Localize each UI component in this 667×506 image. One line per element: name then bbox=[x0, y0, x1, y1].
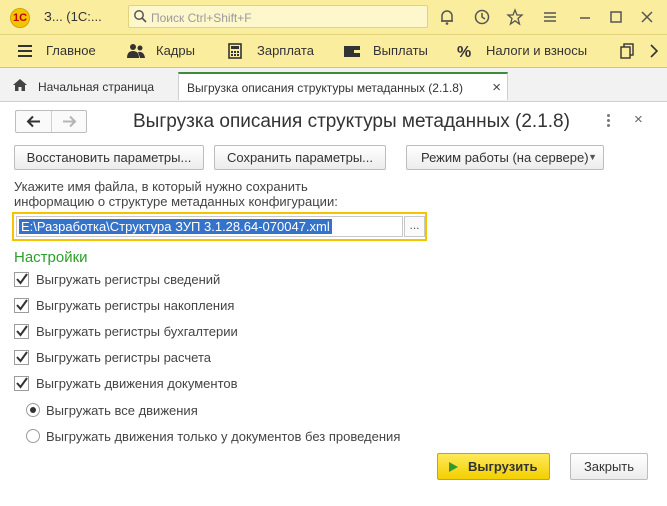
export-button-label: Выгрузить bbox=[468, 459, 538, 474]
global-search[interactable] bbox=[128, 5, 428, 28]
checkbox-label: Выгружать регистры расчета bbox=[36, 350, 211, 365]
chevron-down-icon: ▼ bbox=[588, 152, 597, 162]
checkmark-icon bbox=[16, 273, 28, 285]
form-area: Выгрузка описания структуры метаданных (… bbox=[0, 102, 667, 506]
checkbox[interactable] bbox=[14, 272, 29, 287]
section-menu: Главное Кадры Зарплата Выплаты % Налоги … bbox=[0, 35, 667, 68]
file-name-input[interactable]: E:\Разработка\Структура ЗУП 3.1.28.64-07… bbox=[16, 216, 403, 237]
tab-home[interactable]: Начальная страница bbox=[4, 72, 174, 100]
more-actions-icon[interactable] bbox=[605, 114, 613, 128]
checkbox-label: Выгружать регистры бухгалтерии bbox=[36, 324, 238, 339]
people-icon bbox=[127, 44, 145, 58]
window-title: З... (1С:... bbox=[44, 9, 102, 24]
menu-item-label: Налоги и взносы bbox=[486, 43, 588, 58]
maximize-icon[interactable] bbox=[607, 8, 625, 26]
checkmark-icon bbox=[16, 351, 28, 363]
svg-text:%: % bbox=[457, 44, 471, 59]
checkmark-icon bbox=[16, 325, 28, 337]
radio-label: Выгружать движения только у документов б… bbox=[46, 429, 401, 444]
close-button[interactable]: Закрыть bbox=[570, 453, 648, 480]
chevron-right-icon[interactable] bbox=[649, 44, 659, 58]
home-icon bbox=[13, 79, 27, 91]
checkmark-icon bbox=[16, 299, 28, 311]
menu-item-label: Выплаты bbox=[373, 43, 428, 58]
arrow-right-icon bbox=[62, 115, 76, 128]
arrow-left-icon bbox=[26, 115, 40, 128]
search-input[interactable] bbox=[149, 9, 423, 26]
minimize-icon[interactable] bbox=[576, 8, 594, 26]
tab-label: Начальная страница bbox=[38, 80, 155, 94]
file-hint-line: информацию о структуре метаданных конфиг… bbox=[14, 194, 338, 209]
radio-button[interactable] bbox=[26, 429, 40, 443]
menu-item-label: Кадры bbox=[156, 43, 195, 58]
work-mode-dropdown[interactable]: Режим работы (на сервере) ▼ bbox=[406, 145, 604, 170]
percent-icon: % bbox=[457, 44, 471, 59]
checkbox[interactable] bbox=[14, 350, 29, 365]
checkbox-label: Выгружать регистры накопления bbox=[36, 298, 235, 313]
checkmark-icon bbox=[16, 377, 28, 389]
radio-label: Выгружать все движения bbox=[46, 403, 198, 418]
tab-metadata-export[interactable]: Выгрузка описания структуры метаданных (… bbox=[178, 72, 508, 100]
checkbox[interactable] bbox=[14, 324, 29, 339]
checkbox[interactable] bbox=[14, 298, 29, 313]
bell-icon[interactable] bbox=[438, 8, 456, 26]
menu-icon[interactable] bbox=[541, 8, 559, 26]
checkbox-label: Выгружать движения документов bbox=[36, 376, 238, 391]
save-settings-button[interactable]: Сохранить параметры... bbox=[214, 145, 386, 170]
radio-button[interactable] bbox=[26, 403, 40, 417]
title-bar: 1С З... (1С:... bbox=[0, 0, 667, 35]
form-title: Выгрузка описания структуры метаданных (… bbox=[133, 111, 570, 132]
checkbox[interactable] bbox=[14, 376, 29, 391]
wallet-icon bbox=[344, 46, 360, 57]
menu-item-label: Зарплата bbox=[257, 43, 314, 58]
hamburger-icon bbox=[18, 45, 32, 57]
open-windows-tabs: Начальная страница Выгрузка описания стр… bbox=[0, 68, 667, 102]
file-path-value: E:\Разработка\Структура ЗУП 3.1.28.64-07… bbox=[19, 219, 332, 234]
close-icon[interactable]: × bbox=[492, 79, 501, 96]
close-window-icon[interactable] bbox=[638, 8, 656, 26]
back-button[interactable] bbox=[16, 111, 52, 132]
tab-label: Выгрузка описания структуры метаданных (… bbox=[187, 81, 463, 95]
calculator-icon bbox=[228, 43, 242, 59]
forward-button[interactable] bbox=[51, 111, 86, 132]
file-hint-line: Укажите имя файла, в который нужно сохра… bbox=[14, 179, 308, 194]
all-functions-icon[interactable] bbox=[619, 43, 635, 59]
file-hint: Укажите имя файла, в который нужно сохра… bbox=[14, 179, 344, 209]
menu-item-label: Главное bbox=[46, 43, 96, 58]
export-button[interactable]: Выгрузить bbox=[437, 453, 550, 480]
choose-file-button[interactable]: ... bbox=[404, 216, 425, 237]
checkbox-label: Выгружать регистры сведений bbox=[36, 272, 221, 287]
settings-heading: Настройки bbox=[14, 249, 88, 266]
search-icon bbox=[134, 10, 147, 23]
close-icon[interactable]: × bbox=[634, 111, 643, 128]
restore-settings-button[interactable]: Восстановить параметры... bbox=[14, 145, 204, 170]
star-icon[interactable] bbox=[506, 8, 524, 26]
app-logo: 1С bbox=[10, 8, 30, 28]
work-mode-label: Режим работы (на сервере) bbox=[421, 150, 589, 165]
play-icon bbox=[449, 462, 458, 472]
file-name-field: E:\Разработка\Структура ЗУП 3.1.28.64-07… bbox=[12, 212, 427, 241]
navigation-buttons bbox=[15, 110, 87, 133]
history-icon[interactable] bbox=[473, 8, 491, 26]
